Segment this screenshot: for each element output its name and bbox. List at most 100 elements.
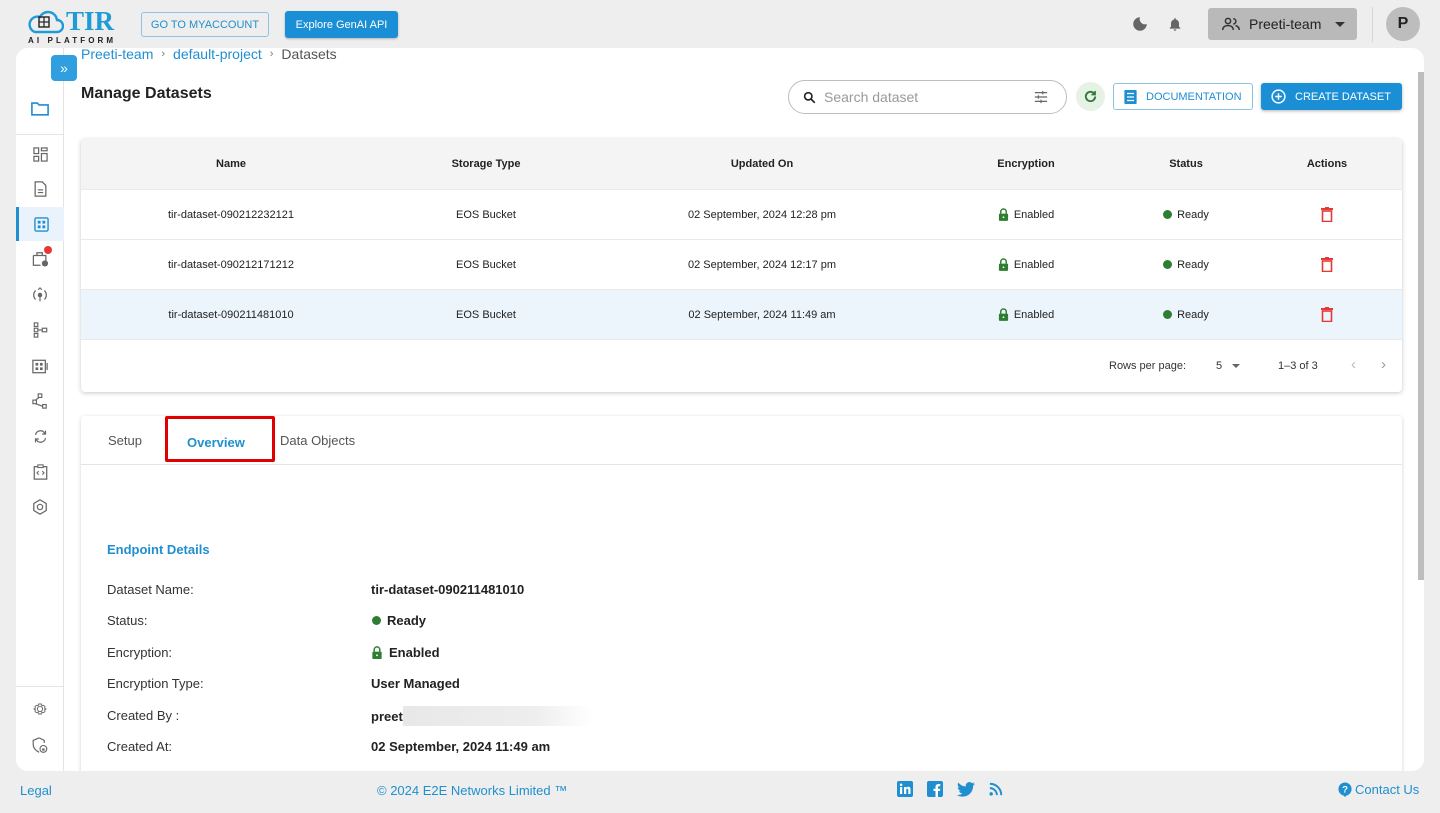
column-header-name: Name xyxy=(216,158,246,170)
sidebar-item-inference[interactable] xyxy=(16,278,64,312)
divider xyxy=(1372,7,1373,42)
sidebar-item-scheduled-jobs[interactable] xyxy=(16,242,64,276)
updated-on: 02 September, 2024 11:49 am xyxy=(688,308,836,321)
encryption-cell: Enabled xyxy=(981,258,1071,271)
delete-trash-icon xyxy=(1321,257,1333,272)
table-header: Name Storage Type Updated On Encryption … xyxy=(81,139,1402,190)
explore-genai-api-button[interactable]: Explore GenAI API xyxy=(285,11,398,38)
filter-tune-icon[interactable] xyxy=(1034,90,1048,104)
breadcrumb: Preeti-team › default-project › Datasets xyxy=(81,48,337,62)
documentation-button[interactable]: DOCUMENTATION xyxy=(1113,83,1253,110)
field-value: 02 September, 2024 11:49 am xyxy=(371,739,551,754)
sidebar-item-pipelines[interactable] xyxy=(16,313,64,347)
table-row[interactable]: tir-dataset-090211481010 EOS Bucket 02 S… xyxy=(81,290,1402,340)
field-value: Enabled xyxy=(389,645,440,660)
bell-icon[interactable] xyxy=(1165,14,1185,34)
documentation-label: DOCUMENTATION xyxy=(1146,90,1242,103)
sidebar-item-packages[interactable] xyxy=(16,490,64,524)
lock-icon xyxy=(998,208,1008,221)
go-to-myaccount-button[interactable]: GO TO MYACCOUNT xyxy=(141,12,269,37)
details-tabs: Setup Overview Data Objects xyxy=(81,416,1402,465)
delete-button[interactable] xyxy=(1292,257,1362,272)
field-label: Encryption Type: xyxy=(107,676,204,691)
column-header-encryption: Encryption xyxy=(997,158,1055,170)
security-shield-icon xyxy=(32,736,48,753)
storage-type: EOS Bucket xyxy=(456,308,516,321)
tir-logo[interactable]: TIR AI PLATFORM xyxy=(26,6,122,45)
sidebar-item-datasets[interactable] xyxy=(16,207,64,241)
contact-us-link[interactable]: ? Contact Us xyxy=(1338,782,1419,797)
field-label: Status: xyxy=(107,613,148,628)
delete-trash-icon xyxy=(1321,307,1333,322)
delete-button[interactable] xyxy=(1292,207,1362,222)
rows-per-page-label: Rows per page: xyxy=(1109,360,1187,372)
created-by-value: preet xyxy=(371,706,593,726)
sidebar-item-model-registry[interactable] xyxy=(16,349,64,383)
chevron-down-icon xyxy=(1335,21,1346,27)
encryption-status: Enabled xyxy=(1013,258,1055,271)
contact-us-label: Contact Us xyxy=(1355,782,1420,797)
delete-button[interactable] xyxy=(1292,307,1362,322)
previous-page-button[interactable]: ‹ xyxy=(1351,356,1356,373)
facebook-icon[interactable] xyxy=(927,781,943,797)
sidebar-item-security[interactable] xyxy=(16,728,64,762)
vertical-scrollbar[interactable] xyxy=(1418,72,1424,580)
page-title: Manage Datasets xyxy=(81,85,212,102)
sidebar-item-integrations[interactable] xyxy=(16,384,64,418)
tab-setup[interactable]: Setup xyxy=(108,433,142,448)
breadcrumb-separator: › xyxy=(269,48,274,60)
table-row[interactable]: tir-dataset-090212171212 EOS Bucket 02 S… xyxy=(81,240,1402,290)
breadcrumb-project[interactable]: default-project xyxy=(173,48,262,62)
sidebar-item-notebooks[interactable] xyxy=(16,172,64,206)
status-badge: Ready xyxy=(1177,208,1209,221)
sidebar-item-dashboard[interactable] xyxy=(16,137,64,171)
next-page-button[interactable]: › xyxy=(1381,356,1386,373)
settings-icon xyxy=(32,703,48,715)
sync-icon xyxy=(34,429,46,443)
user-avatar[interactable]: P xyxy=(1386,7,1420,41)
search-box[interactable] xyxy=(788,80,1067,114)
search-input[interactable] xyxy=(824,89,1024,105)
tab-data-objects[interactable]: Data Objects xyxy=(280,433,355,448)
status-cell: Ready xyxy=(1141,209,1231,221)
twitter-icon[interactable] xyxy=(957,781,975,797)
add-circle-icon xyxy=(1271,89,1286,104)
refresh-button[interactable] xyxy=(1076,82,1105,111)
sidebar-item-projects[interactable] xyxy=(16,91,64,125)
encryption-cell: Enabled xyxy=(981,208,1071,221)
logo-title: TIR xyxy=(66,6,115,36)
lock-icon xyxy=(998,258,1008,271)
dashboard-icon xyxy=(32,146,48,162)
highlight-box xyxy=(165,416,275,462)
rss-icon[interactable] xyxy=(989,782,1003,796)
expand-sidebar-button[interactable]: » xyxy=(51,55,77,81)
sidebar-divider xyxy=(16,134,64,135)
create-dataset-button[interactable]: CREATE DATASET xyxy=(1261,83,1402,110)
encryption-cell: Enabled xyxy=(981,308,1071,321)
storage-type: EOS Bucket xyxy=(456,208,516,221)
rows-per-page-select[interactable]: 5 xyxy=(1216,360,1241,372)
linkedin-icon[interactable] xyxy=(897,781,913,797)
pipeline-icon xyxy=(33,322,47,338)
model-registry-icon xyxy=(32,359,48,373)
sidebar-item-api[interactable] xyxy=(16,455,64,489)
status-dot-icon xyxy=(1163,260,1173,269)
sidebar-item-settings[interactable] xyxy=(16,692,64,726)
team-selector[interactable]: Preeti-team xyxy=(1208,8,1357,40)
breadcrumb-team[interactable]: Preeti-team xyxy=(81,48,153,62)
table-row[interactable]: tir-dataset-090212232121 EOS Bucket 02 S… xyxy=(81,190,1402,240)
moon-icon[interactable] xyxy=(1130,14,1150,34)
status-cell: Ready xyxy=(1141,309,1231,321)
legal-link[interactable]: Legal xyxy=(20,783,52,798)
social-links xyxy=(897,781,1003,797)
breadcrumb-separator: › xyxy=(161,48,166,60)
chevron-down-icon xyxy=(1232,364,1241,368)
column-header-updated-on: Updated On xyxy=(730,158,794,170)
copyright-text: © 2024 E2E Networks Limited ™ xyxy=(377,783,568,798)
dataset-name: tir-dataset-090212171212 xyxy=(168,258,294,271)
field-value: tir-dataset-090211481010 xyxy=(371,582,525,597)
sidebar-item-sync[interactable] xyxy=(16,419,64,453)
create-dataset-label: CREATE DATASET xyxy=(1295,90,1391,103)
status-cell: Ready xyxy=(1141,259,1231,271)
team-icon xyxy=(1222,17,1240,31)
